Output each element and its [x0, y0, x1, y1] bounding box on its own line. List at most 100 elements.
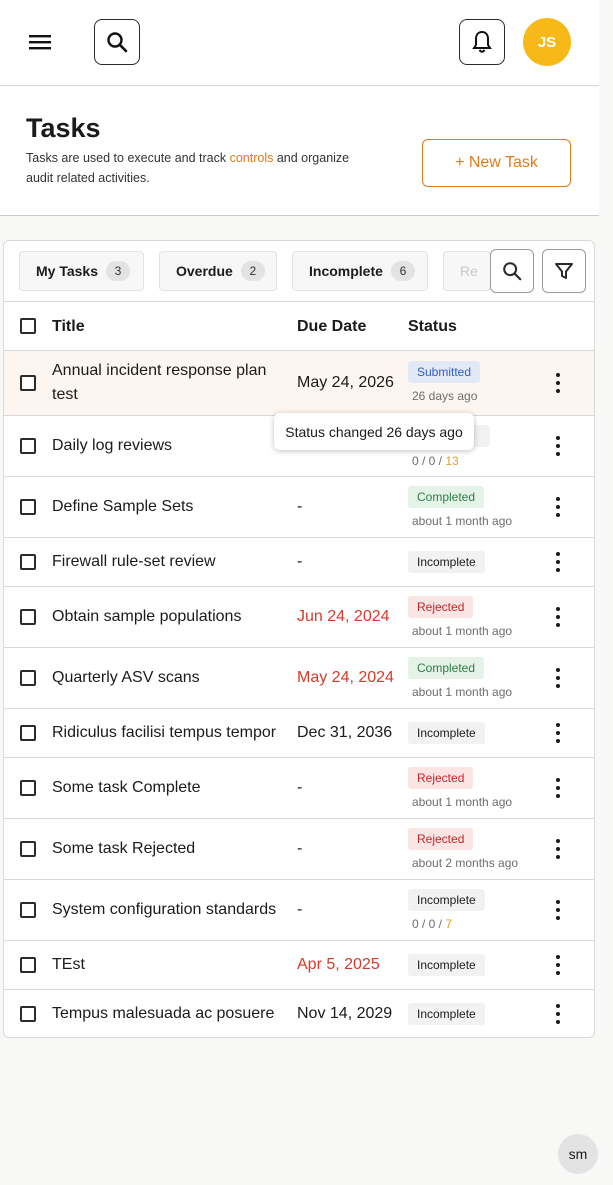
counts-text: 0 / 0 /	[412, 454, 446, 468]
row-checkbox[interactable]	[20, 670, 36, 686]
row-checkbox[interactable]	[20, 725, 36, 741]
search-icon	[503, 262, 522, 281]
status-badge: Rejected	[408, 767, 474, 789]
chip-overdue[interactable]: Overdue 2	[159, 251, 277, 291]
row-checkbox[interactable]	[20, 609, 36, 625]
filter-bar: My Tasks 3 Overdue 2 Incomplete 6 Re	[4, 241, 594, 302]
task-title[interactable]: Ridiculus facilisi tempus tempor	[52, 721, 284, 745]
task-title[interactable]: Annual incident response plan test	[52, 359, 284, 407]
select-all-checkbox[interactable]	[20, 318, 36, 334]
task-title[interactable]: Some task Complete	[52, 776, 284, 800]
row-checkbox[interactable]	[20, 375, 36, 391]
row-menu-icon[interactable]	[548, 720, 568, 746]
task-title[interactable]: Tempus malesuada ac posuere	[52, 1002, 284, 1026]
top-bar: JS	[0, 0, 599, 86]
row-checkbox[interactable]	[20, 554, 36, 570]
row-menu-icon[interactable]	[548, 370, 568, 396]
status-time: about 1 month ago	[412, 685, 513, 699]
task-due-date: -	[297, 498, 303, 515]
chip-incomplete[interactable]: Incomplete 6	[292, 251, 428, 291]
status-time: about 1 month ago	[412, 795, 513, 809]
row-menu-icon[interactable]	[548, 433, 568, 459]
controls-link[interactable]: controls	[230, 151, 274, 165]
task-due-date: -	[297, 901, 303, 918]
row-menu-icon[interactable]	[548, 494, 568, 520]
status-badge: Rejected	[408, 828, 474, 850]
chip-rejected[interactable]: Re	[443, 251, 491, 291]
task-title[interactable]: System configuration standards	[52, 898, 284, 922]
task-due-date: Dec 31, 2036	[297, 724, 393, 741]
table-row[interactable]: Define Sample Sets - Completed about 1 m…	[4, 477, 594, 538]
status-tooltip: Status changed 26 days ago	[274, 413, 474, 450]
table-row[interactable]: Some task Complete - Rejected about 1 mo…	[4, 758, 594, 819]
task-due-date: May 24, 2026	[297, 374, 394, 391]
task-title[interactable]: Daily log reviews	[52, 434, 284, 458]
task-title[interactable]: Quarterly ASV scans	[52, 666, 284, 690]
task-title[interactable]: Some task Rejected	[52, 837, 284, 861]
counts-total: 7	[445, 917, 453, 931]
row-menu-icon[interactable]	[548, 604, 568, 630]
status-badge: Incomplete	[408, 889, 485, 911]
table-row[interactable]: Some task Rejected - Rejected about 2 mo…	[4, 819, 594, 880]
table-row[interactable]: Ridiculus facilisi tempus tempor Dec 31,…	[4, 709, 594, 758]
search-button[interactable]	[94, 19, 140, 65]
table-row[interactable]: Quarterly ASV scans May 24, 2024 Complet…	[4, 648, 594, 709]
row-menu-icon[interactable]	[548, 952, 568, 978]
row-checkbox[interactable]	[20, 957, 36, 973]
row-menu-icon[interactable]	[548, 775, 568, 801]
row-checkbox[interactable]	[20, 1006, 36, 1022]
column-title[interactable]: Title	[52, 318, 85, 336]
chip-count: 3	[106, 261, 130, 281]
chip-count: 6	[390, 261, 415, 281]
task-title[interactable]: Obtain sample populations	[52, 605, 284, 629]
row-checkbox[interactable]	[20, 499, 36, 515]
row-menu-icon[interactable]	[548, 897, 568, 923]
desc-text: Tasks are used to execute and track	[26, 151, 230, 165]
task-title[interactable]: TEst	[52, 953, 284, 977]
column-due-date[interactable]: Due Date	[297, 318, 366, 336]
column-status[interactable]: Status	[408, 318, 457, 336]
notifications-button[interactable]	[459, 19, 505, 65]
status-badge: Incomplete	[408, 551, 485, 573]
status-time: 26 days ago	[412, 389, 478, 403]
table-row[interactable]: TEst Apr 5, 2025 Incomplete	[4, 941, 594, 990]
table-header: Title Due Date Status	[4, 302, 594, 351]
subtask-counts: 0 / 0 / 7	[412, 917, 452, 931]
filter-button[interactable]	[542, 249, 586, 293]
table-row[interactable]: Annual incident response plan test May 2…	[4, 351, 594, 416]
task-due-date: Apr 5, 2025	[297, 956, 380, 973]
task-due-date: -	[297, 553, 303, 570]
row-checkbox[interactable]	[20, 841, 36, 857]
task-due-date: May 24, 2024	[297, 669, 394, 686]
search-icon	[107, 32, 128, 53]
new-task-button[interactable]: + New Task	[422, 139, 571, 187]
row-menu-icon[interactable]	[548, 665, 568, 691]
task-due-date: Nov 14, 2029	[297, 1005, 393, 1022]
status-time: about 1 month ago	[412, 514, 513, 528]
status-badge: Incomplete	[408, 954, 485, 976]
table-row[interactable]: Obtain sample populations Jun 24, 2024 R…	[4, 587, 594, 648]
support-avatar[interactable]: sm	[558, 1134, 598, 1174]
chip-label: Overdue	[176, 263, 233, 279]
row-menu-icon[interactable]	[548, 836, 568, 862]
chip-my-tasks[interactable]: My Tasks 3	[19, 251, 144, 291]
status-badge: Completed	[408, 657, 485, 679]
task-title[interactable]: Firewall rule-set review	[52, 550, 284, 574]
task-title[interactable]: Define Sample Sets	[52, 495, 284, 519]
table-row[interactable]: System configuration standards - Incompl…	[4, 880, 594, 941]
row-checkbox[interactable]	[20, 902, 36, 918]
hamburger-icon[interactable]	[20, 22, 60, 62]
row-checkbox[interactable]	[20, 438, 36, 454]
table-row[interactable]: Tempus malesuada ac posuere Nov 14, 2029…	[4, 990, 594, 1037]
user-avatar[interactable]: JS	[523, 18, 571, 66]
row-menu-icon[interactable]	[548, 549, 568, 575]
task-due-date: -	[297, 840, 303, 857]
row-checkbox[interactable]	[20, 780, 36, 796]
subtask-counts: 0 / 0 / 13	[412, 454, 459, 468]
tasks-card: My Tasks 3 Overdue 2 Incomplete 6 Re Tit…	[3, 240, 595, 1038]
table-row[interactable]: Firewall rule-set review - Incomplete	[4, 538, 594, 587]
table-search-button[interactable]	[490, 249, 534, 293]
status-badge: Completed	[408, 486, 485, 508]
counts-text: 0 / 0 /	[412, 917, 446, 931]
row-menu-icon[interactable]	[548, 1001, 568, 1027]
